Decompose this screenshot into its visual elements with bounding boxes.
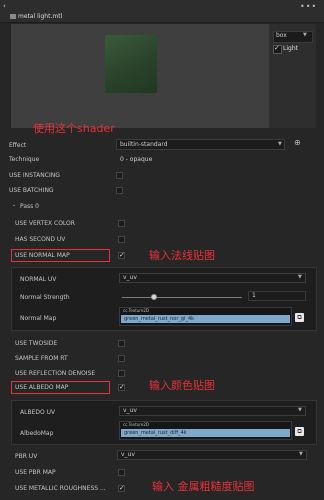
normal-uv-label: NORMAL UV <box>20 276 57 283</box>
use-instancing-label: USE INSTANCING <box>9 172 60 179</box>
pbr-uv-select[interactable] <box>117 450 307 460</box>
use-normal-map-label: USE NORMAL MAP <box>15 252 70 259</box>
albedo-map-asset-name: green_metal_rust_diff_4k <box>124 430 187 436</box>
use-albedo-map-checkbox[interactable] <box>118 384 125 391</box>
use-normal-map-checkbox[interactable] <box>118 252 125 259</box>
pbr-uv-label: PBR UV <box>15 453 38 460</box>
light-checkbox[interactable] <box>273 45 282 54</box>
normal-strength-slider-track[interactable] <box>122 297 242 298</box>
normal-strength-label: Normal Strength <box>20 294 70 301</box>
use-twoside-checkbox[interactable] <box>118 340 125 347</box>
use-pbr-map-checkbox[interactable] <box>118 469 125 476</box>
chevron-down-icon: ▼ <box>298 274 302 280</box>
chevron-down-icon: ▼ <box>299 451 303 457</box>
use-twoside-label: USE TWOSIDE <box>15 340 58 347</box>
use-pbr-map-label: USE PBR MAP <box>15 469 56 476</box>
use-vertex-color-label: USE VERTEX COLOR <box>15 220 75 227</box>
technique-label: Technique <box>9 156 40 163</box>
chevron-down-icon: ▼ <box>298 407 302 413</box>
effect-value: builtin-standard <box>120 141 168 148</box>
sample-from-rt-label: SAMPLE FROM RT <box>15 355 68 362</box>
chevron-down-icon: ▼ <box>303 32 307 38</box>
albedo-uv-label: ALBEDO UV <box>20 409 56 416</box>
normal-uv-select[interactable] <box>119 273 306 283</box>
normal-map-label: Normal Map <box>20 315 57 322</box>
annotation-metal: 输入 金属粗糙度贴图 <box>152 480 255 493</box>
use-reflection-denoise-label: USE REFLECTION DENOISE <box>15 370 96 377</box>
normal-strength-value: 1 <box>252 292 256 299</box>
normal-strength-input[interactable] <box>248 291 306 301</box>
effect-label: Effect <box>9 142 27 149</box>
use-batching-label: USE BATCHING <box>9 187 54 194</box>
more-options-icon[interactable]: ••• <box>300 3 317 11</box>
collapse-chevron-icon[interactable]: ‹ <box>3 3 6 10</box>
asset-title: metal light.mtl <box>18 13 63 20</box>
has-second-uv-label: HAS SECOND UV <box>15 236 66 243</box>
albedo-uv-value: v_uv <box>123 407 137 414</box>
pass-collapse-icon[interactable]: ⌄ <box>12 203 16 208</box>
open-texture-icon[interactable]: ⧉ <box>295 427 304 436</box>
albedo-uv-select[interactable] <box>119 406 306 416</box>
chevron-down-icon: ▼ <box>278 141 282 147</box>
primitive-value: box <box>276 32 287 39</box>
pbr-uv-value: v_uv <box>121 451 135 458</box>
use-instancing-checkbox[interactable] <box>116 172 123 179</box>
material-file-icon <box>10 14 16 19</box>
has-second-uv-checkbox[interactable] <box>118 236 125 243</box>
use-vertex-color-checkbox[interactable] <box>118 220 125 227</box>
use-metallic-roughness-checkbox[interactable] <box>118 485 125 492</box>
albedo-map-type: cc.Texture2D <box>123 422 149 427</box>
preview-cube <box>104 34 158 94</box>
light-label: Light <box>283 45 298 52</box>
normal-uv-value: v_uv <box>123 274 137 281</box>
albedo-map-label: AlbedoMap <box>20 430 54 437</box>
use-metallic-roughness-label: USE METALLIC ROUGHNESS ... <box>15 485 106 492</box>
technique-value[interactable]: 0 - opaque <box>120 157 152 163</box>
use-batching-checkbox[interactable] <box>116 187 123 194</box>
pass-label: Pass 0 <box>20 203 40 210</box>
normal-map-asset-name: green_metal_rust_nor_gl_4k <box>124 316 195 322</box>
sample-from-rt-checkbox[interactable] <box>118 355 125 362</box>
use-reflection-denoise-checkbox[interactable] <box>118 370 125 377</box>
normal-map-type: cc.Texture2D <box>123 308 149 313</box>
annotation-shader: 使用这个shader <box>33 122 115 135</box>
use-albedo-map-label: USE ALBEDO MAP <box>15 384 69 391</box>
annotation-albedo: 输入颜色贴图 <box>149 379 215 392</box>
open-texture-icon[interactable]: ⧉ <box>295 313 304 322</box>
annotation-normal: 输入法线贴图 <box>149 249 215 262</box>
locate-asset-icon[interactable]: ⊕ <box>294 139 301 147</box>
